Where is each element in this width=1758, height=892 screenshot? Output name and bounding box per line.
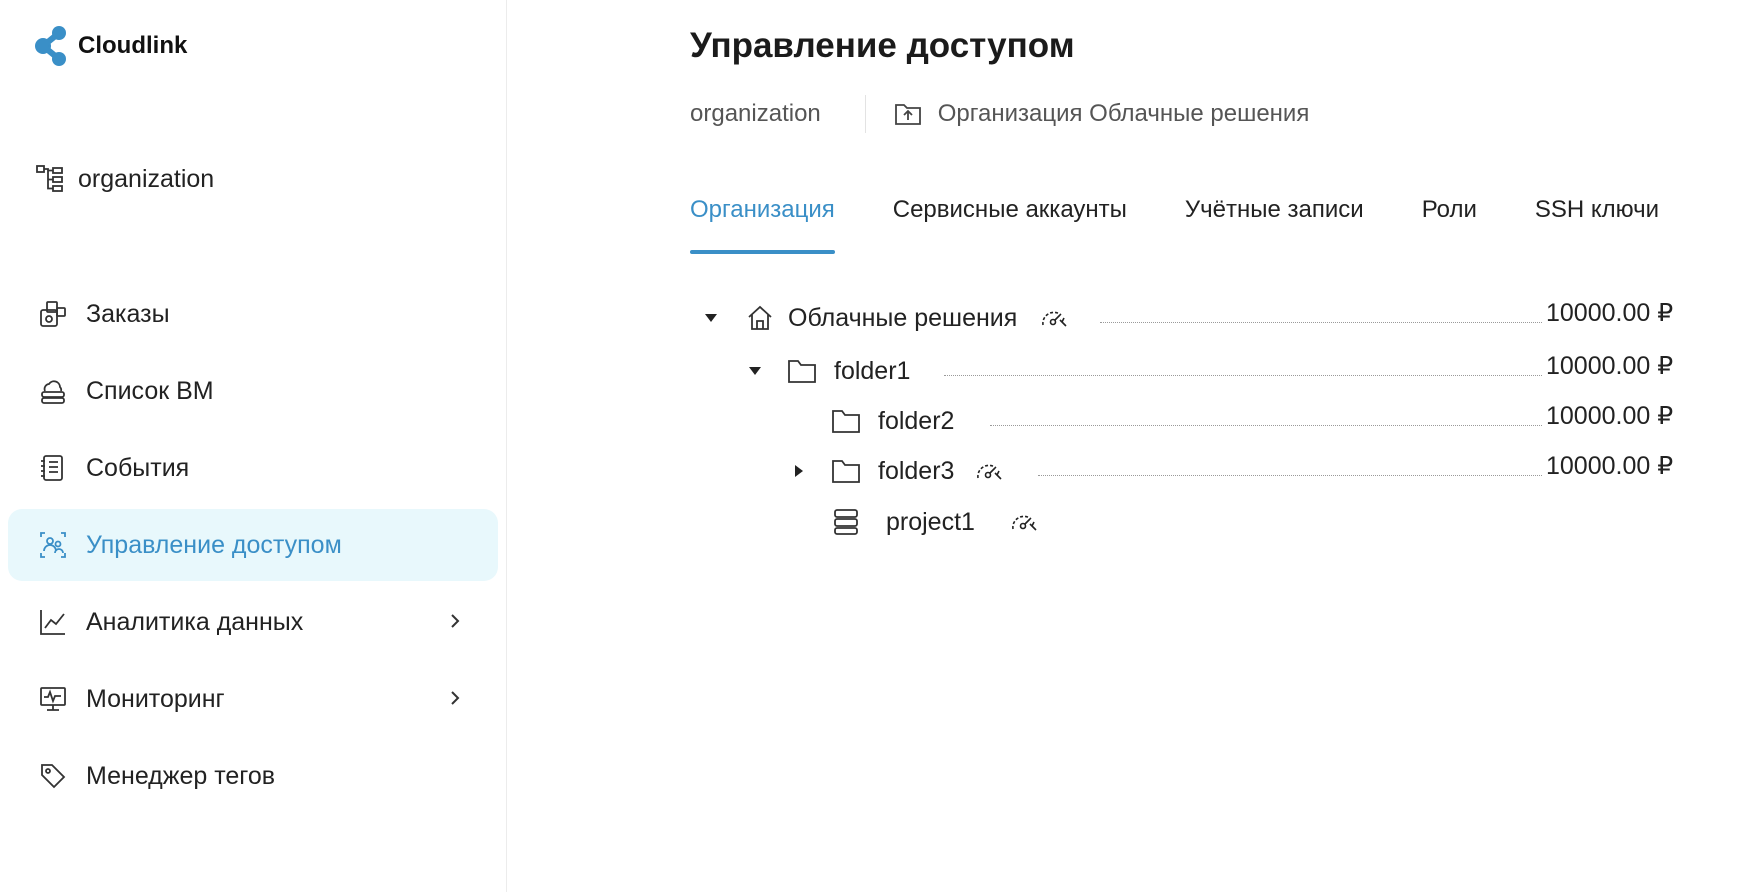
line-chart-icon — [38, 607, 68, 637]
quota-gauge-icon[interactable] — [974, 459, 1004, 483]
tree-row-project1[interactable]: project1 — [788, 502, 1388, 542]
sidebar-item-label: Список ВМ — [86, 376, 214, 405]
sidebar-item-label: Управление доступом — [86, 530, 342, 559]
leader-line — [990, 425, 1542, 426]
quota-gauge-icon[interactable] — [1039, 306, 1069, 330]
tree-row-folder1[interactable]: folder1 10000.00 ₽ — [744, 351, 1680, 391]
tree-node-amount: 10000.00 ₽ — [1546, 452, 1674, 480]
tree-node-amount: 10000.00 ₽ — [1546, 299, 1674, 327]
tag-icon — [38, 761, 68, 791]
leader-line — [1038, 475, 1542, 476]
org-structure-icon — [36, 165, 63, 192]
sidebar-item-label: Менеджер тегов — [86, 761, 276, 790]
leader-line — [944, 375, 1542, 376]
tree-node-name: folder3 — [878, 456, 955, 485]
events-list-icon — [38, 453, 68, 483]
sidebar-item-events[interactable]: События — [8, 432, 498, 504]
home-icon — [744, 302, 776, 334]
project-stack-icon — [830, 506, 862, 538]
folder-upload-icon — [894, 104, 921, 125]
sidebar-item-label: События — [86, 453, 190, 482]
tree-node-amount: 10000.00 ₽ — [1546, 402, 1674, 430]
sidebar-item-label: Заказы — [86, 299, 170, 328]
breadcrumb: organization Организация Облачные решени… — [690, 95, 1310, 133]
cloud-server-icon — [38, 376, 68, 406]
tree-node-name: project1 — [886, 507, 975, 536]
access-users-icon — [38, 530, 68, 560]
sidebar-item-data-analytics[interactable]: Аналитика данных — [8, 586, 498, 658]
tab-roles[interactable]: Роли — [1422, 188, 1477, 254]
caret-down-icon[interactable] — [700, 307, 722, 329]
breadcrumb-divider — [864, 95, 866, 133]
sidebar-item-access-management[interactable]: Управление доступом — [8, 509, 498, 581]
leader-line — [1100, 322, 1542, 323]
page-title: Управление доступом — [690, 26, 1075, 65]
folder-icon — [830, 405, 862, 437]
sidebar-item-orders[interactable]: Заказы — [8, 278, 498, 350]
quota-gauge-icon[interactable] — [1009, 510, 1039, 534]
breadcrumb-organization-link[interactable]: Организация Облачные решения — [894, 100, 1310, 128]
tab-organization[interactable]: Организация — [690, 188, 835, 254]
caret-down-icon[interactable] — [744, 360, 766, 382]
sidebar-item-tag-manager[interactable]: Менеджер тегов — [8, 740, 498, 812]
app-name: Cloudlink — [78, 32, 188, 59]
sidebar-item-label: Аналитика данных — [86, 607, 304, 636]
tree-node-amount: 10000.00 ₽ — [1546, 352, 1674, 380]
orders-icon — [38, 299, 68, 329]
tree-node-name: folder2 — [878, 406, 955, 435]
tab-service-accounts[interactable]: Сервисные аккаунты — [893, 188, 1127, 254]
monitor-pulse-icon — [38, 684, 68, 714]
sidebar-item-label: Мониторинг — [86, 684, 225, 713]
tree-row-root[interactable]: Облачные решения 10000.00 ₽ — [700, 298, 1680, 338]
sidebar-item-vm-list[interactable]: Список ВМ — [8, 355, 498, 427]
breadcrumb-link-label: Организация Облачные решения — [937, 100, 1310, 127]
cloudlink-logo-icon — [35, 26, 66, 66]
tree-node-name: folder1 — [834, 356, 911, 385]
organization-selector[interactable]: organization — [36, 164, 214, 194]
chevron-right-icon — [451, 691, 460, 705]
sidebar-item-monitoring[interactable]: Мониторинг — [8, 663, 498, 735]
chevron-right-icon — [451, 614, 460, 628]
logo[interactable]: Cloudlink — [34, 24, 187, 68]
organization-label: organization — [78, 164, 215, 193]
tab-ssh-keys[interactable]: SSH ключи — [1535, 188, 1659, 254]
sidebar: Cloudlink organization Заказы Список ВМ — [0, 0, 507, 892]
tab-bar: Организация Сервисные аккаунты Учётные з… — [690, 188, 1717, 254]
tree-row-folder3[interactable]: folder3 10000.00 ₽ — [788, 451, 1680, 491]
tree-row-folder2[interactable]: folder2 10000.00 ₽ — [788, 401, 1680, 441]
tree-node-name: Облачные решения — [788, 303, 1018, 332]
breadcrumb-current: organization — [690, 100, 821, 127]
tab-accounts[interactable]: Учётные записи — [1185, 188, 1364, 254]
folder-icon — [830, 455, 862, 487]
folder-icon — [786, 355, 818, 387]
caret-right-icon[interactable] — [788, 460, 810, 482]
